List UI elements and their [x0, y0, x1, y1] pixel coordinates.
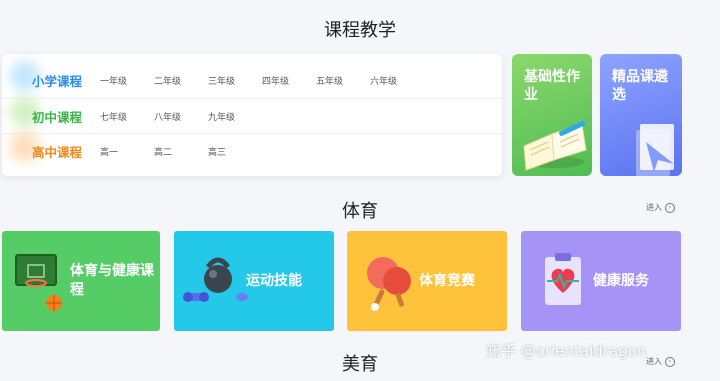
sport-label: 运动技能 [246, 272, 302, 289]
grade-link[interactable]: 七年级 [100, 110, 154, 123]
course-label-primary: 小学课程 [31, 73, 82, 89]
grade-link[interactable]: 八年级 [154, 110, 208, 123]
grade-list-high: 高一 高二 高三 [100, 145, 262, 158]
document-plane-icon [636, 124, 674, 176]
grade-link[interactable]: 高一 [100, 145, 154, 158]
ping-pong-icon [367, 257, 411, 311]
sport-card-skills[interactable]: 运动技能 [174, 231, 334, 331]
grade-link[interactable]: 高三 [208, 145, 262, 158]
featured-courses-tile[interactable]: 精品课遴选 [600, 54, 682, 176]
section-title-sports: 体育 [342, 201, 378, 222]
course-row-high: 高中课程 高一 高二 高三 [2, 131, 502, 168]
enter-link-arts[interactable]: 进入 › [646, 356, 675, 367]
basic-homework-tile[interactable]: 基础性作业 [512, 54, 592, 176]
sport-label: 健康服务 [593, 272, 649, 289]
basketball-icon [15, 254, 62, 311]
grade-link[interactable]: 四年级 [262, 74, 316, 87]
sport-card-health-service[interactable]: 健康服务 [521, 231, 681, 331]
health-record-icon [545, 253, 581, 305]
sport-card-competition[interactable]: 体育竞赛 [347, 231, 507, 331]
row-head-primary: 小学课程 [2, 60, 86, 91]
chevron-right-icon: › [665, 202, 675, 213]
row-head-middle: 初中课程 [2, 96, 86, 127]
grade-list-primary: 一年级 二年级 三年级 四年级 五年级 六年级 [100, 74, 424, 87]
sport-label: 体育与健康课程 [70, 263, 154, 298]
kettlebell-icon [183, 257, 248, 302]
grade-link[interactable]: 五年级 [316, 74, 370, 87]
course-label-high: 高中课程 [31, 144, 82, 160]
enter-link-sports[interactable]: 进入 › [646, 202, 675, 213]
grade-list-middle: 七年级 八年级 九年级 [100, 110, 262, 123]
grade-link[interactable]: 三年级 [208, 74, 262, 87]
course-label-middle: 初中课程 [31, 109, 82, 125]
row-head-high: 高中课程 [2, 131, 86, 162]
course-row-middle: 初中课程 七年级 八年级 九年级 [2, 96, 502, 133]
enter-label: 进入 [646, 357, 662, 366]
chevron-right-icon: › [665, 356, 675, 367]
grade-link[interactable]: 二年级 [154, 74, 208, 87]
section-title-courses: 课程教学 [324, 20, 396, 41]
watermark: 知乎 @orientaldragon [486, 342, 647, 360]
course-card: 小学课程 一年级 二年级 三年级 四年级 五年级 六年级 初中课程 七年级 八年… [2, 54, 502, 176]
grade-link[interactable]: 九年级 [208, 110, 262, 123]
grade-link[interactable]: 一年级 [100, 74, 154, 87]
open-book-icon [523, 120, 587, 171]
grade-link[interactable]: 高二 [154, 145, 208, 158]
course-row-primary: 小学课程 一年级 二年级 三年级 四年级 五年级 六年级 [2, 60, 502, 97]
enter-label: 进入 [646, 203, 662, 212]
sport-label: 体育竞赛 [419, 272, 475, 289]
grade-link[interactable]: 六年级 [370, 74, 424, 87]
sport-card-pe-health[interactable]: 体育与健康课程 [2, 231, 160, 331]
